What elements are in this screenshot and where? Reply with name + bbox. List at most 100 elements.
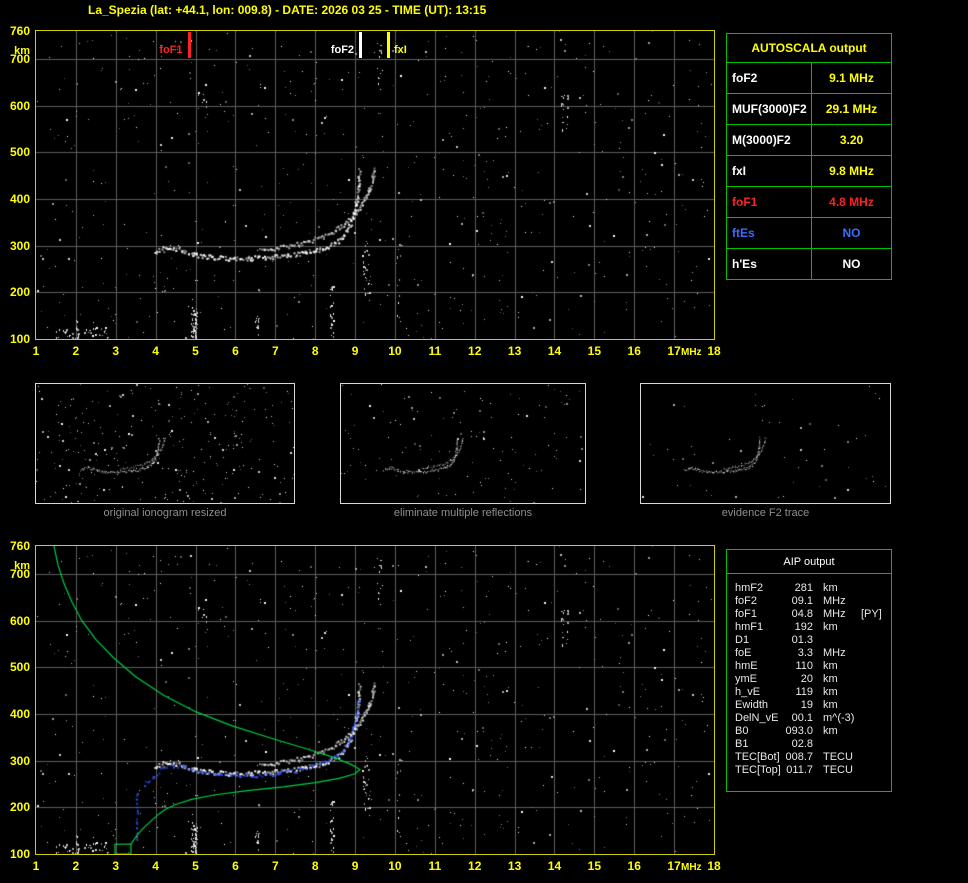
autoscala-param-label: foF2	[727, 63, 812, 93]
y-axis-unit-label: km	[14, 560, 30, 572]
aip-row: D1 01.3	[735, 634, 891, 647]
thumbnail-f2-canvas	[641, 384, 890, 503]
autoscala-param-label: M(3000)F2	[727, 125, 812, 155]
x-axis-tick-label: 7	[271, 859, 279, 873]
x-axis-tick-label: 15	[587, 344, 602, 358]
aip-row: hmF1 192 km	[735, 621, 891, 634]
autoscala-param-label: MUF(3000)F2	[727, 94, 812, 124]
x-axis-tick-label: 7	[271, 344, 279, 358]
thumbnail-original-canvas	[36, 384, 294, 503]
aip-row: ymE 20 km	[735, 673, 891, 686]
aip-param-note	[859, 634, 861, 647]
aip-row: DelN_vE 00.1 m^(-3)	[735, 712, 891, 725]
y-axis-unit-label: km	[14, 45, 30, 57]
x-axis-tick-label: 14	[547, 859, 562, 873]
aip-param-label: B0	[735, 725, 749, 737]
aip-row: Ewidth 19 km	[735, 699, 891, 712]
aip-param-value: 3.3	[797, 647, 813, 659]
x-axis-tick-label: 16	[627, 344, 641, 358]
aip-param-note	[859, 712, 861, 725]
aip-param-label: foE	[735, 647, 752, 659]
aip-param-value: 192	[794, 621, 813, 633]
autoscala-row: h'Es NO	[727, 248, 891, 279]
y-axis-tick-label: 600	[9, 98, 30, 113]
aip-param-unit: km	[823, 621, 838, 633]
x-axis-tick-label: 17	[667, 344, 681, 358]
aip-param-label: TEC[Bot]	[735, 751, 780, 763]
profile-canvas	[36, 546, 714, 854]
autoscala-param-value: NO	[842, 257, 861, 271]
aip-param-note	[859, 582, 861, 595]
x-axis-tick-label: 1	[32, 344, 40, 358]
aip-param-value: 04.8	[791, 608, 813, 620]
aip-param-unit: MHz	[823, 595, 846, 607]
autoscala-param-value: 3.20	[839, 133, 864, 147]
thumbnail-multiple-reflections	[340, 383, 586, 504]
aip-param-unit: MHz	[823, 608, 846, 620]
aip-param-label: D1	[735, 634, 750, 646]
x-axis-tick-label: 12	[468, 859, 482, 873]
aip-output-table: AIP output hmF2 281 km foF2 09.1 MHz foF1 04.8 M…	[726, 549, 892, 792]
aip-param-unit	[813, 738, 859, 751]
aip-row: hmF2 281 km	[735, 582, 891, 595]
y-axis-tick-label: 200	[9, 800, 30, 815]
aip-param-unit: km	[823, 673, 838, 685]
aip-param-note	[859, 595, 861, 608]
x-axis-tick-label: 11	[428, 344, 442, 358]
autoscala-param-value: 9.8 MHz	[829, 164, 874, 178]
aip-row: hmE 110 km	[735, 660, 891, 673]
autoscala-row: fxI 9.8 MHz	[727, 155, 891, 186]
aip-param-value: 19	[800, 699, 813, 711]
station-header-title: La_Spezia (lat: +44.1, lon: 009.8) - DAT…	[88, 3, 487, 17]
x-axis-tick-label: 18	[707, 344, 721, 358]
aip-row: foF2 09.1 MHz	[735, 595, 891, 608]
aip-param-unit: TECU	[823, 751, 853, 763]
y-axis-tick-label: 400	[9, 707, 30, 721]
aip-param-value: 00.1	[791, 712, 813, 724]
autoscala-param-value: 29.1 MHz	[825, 102, 878, 116]
autoscala-table-title: AUTOSCALA output	[751, 41, 867, 55]
aip-param-note	[859, 673, 861, 686]
aip-param-note	[859, 751, 861, 764]
aip-row: foF1 04.8 MHz [PY]	[735, 608, 891, 621]
x-axis-tick-label: 3	[112, 344, 120, 358]
frequency-markers-layer: foF1 foF2 fxI	[36, 31, 714, 339]
aip-param-label: foF2	[735, 595, 758, 607]
x-axis-tick-label: 2	[72, 859, 80, 873]
aip-param-label: B1	[735, 738, 749, 750]
x-axis-tick-label: 12	[468, 344, 482, 358]
profile-plot	[35, 545, 715, 855]
autoscala-row: foF2 9.1 MHz	[727, 62, 891, 93]
autoscala-row: ftEs NO	[727, 217, 891, 248]
x-axis-tick-label: 16	[627, 859, 641, 873]
aip-param-note	[859, 621, 861, 634]
y-axis-tick-label: 300	[9, 238, 30, 253]
aip-row: TEC[Bot] 008.7 TECU	[735, 751, 891, 764]
aip-row: B1 02.8	[735, 738, 891, 751]
aip-param-unit: km	[823, 660, 838, 672]
freq-marker-line-fof1	[187, 32, 191, 58]
aip-param-unit	[813, 634, 859, 647]
thumbnail-caption-original: original ionogram resized	[103, 507, 227, 519]
x-axis-tick-label: 17	[667, 859, 681, 873]
thumbnail-f2-trace	[640, 383, 891, 504]
aip-param-value: 281	[794, 582, 813, 594]
aip-param-value: 119	[795, 686, 813, 698]
autoscala-table-rows: foF2 9.1 MHz MUF(3000)F2 29.1 MHz M(3000)F2 3…	[727, 62, 891, 279]
x-axis-tick-label: 10	[388, 859, 402, 873]
aip-param-note	[859, 699, 861, 712]
aip-row: B0 093.0 km	[735, 725, 891, 738]
aip-param-note	[859, 686, 861, 699]
x-axis-tick-label: 3	[112, 859, 120, 873]
aip-param-unit: TECU	[823, 764, 853, 776]
aip-param-value: 011.7	[786, 764, 813, 776]
autoscala-param-label: foF1	[727, 187, 812, 217]
aip-param-value: 01.3	[791, 634, 813, 646]
x-axis-unit-label: MHz	[681, 862, 702, 873]
thumbnail-reflections-canvas	[341, 384, 585, 503]
aip-param-note	[859, 738, 861, 751]
aip-param-value: 09.1	[791, 595, 813, 607]
aip-param-unit: km	[823, 725, 838, 737]
aip-param-value: 02.8	[791, 738, 813, 750]
aip-param-note: [PY]	[861, 608, 882, 620]
